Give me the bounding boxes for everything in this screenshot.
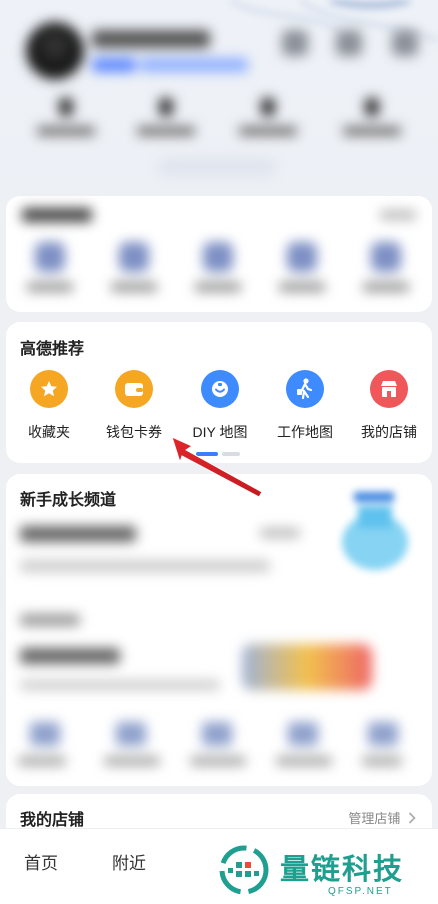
- growth-feature-label: [362, 756, 402, 766]
- profile-stat[interactable]: [26, 98, 106, 136]
- growth-feature-icon[interactable]: [368, 722, 398, 746]
- growth-banner-image[interactable]: [242, 644, 372, 690]
- recommend-item-favorites[interactable]: 收藏夹: [6, 370, 92, 442]
- growth-task-status: [260, 528, 300, 538]
- tools-title: [22, 208, 92, 222]
- watermark-logo-icon: [219, 845, 269, 895]
- page-indicator-active: [196, 452, 218, 456]
- header-pill[interactable]: [158, 158, 276, 176]
- recommend-item-label: 我的店铺: [361, 424, 417, 440]
- tool-item[interactable]: [356, 242, 416, 292]
- level-badge[interactable]: [92, 58, 136, 72]
- recommend-title: 高德推荐: [20, 341, 85, 358]
- member-badge[interactable]: [140, 58, 248, 72]
- recommend-item-label: DIY 地图: [192, 424, 248, 440]
- growth-feature-label: [104, 756, 160, 766]
- recommend-item-my-store[interactable]: 我的店铺: [346, 370, 432, 442]
- watermark: 量链科技 QFSP.NET: [218, 842, 434, 902]
- growth-task-desc: [20, 560, 270, 572]
- tools-more-link[interactable]: [380, 210, 416, 220]
- manage-store-label: 管理店铺: [348, 811, 401, 826]
- growth-feature-icon[interactable]: [202, 722, 232, 746]
- header-action-icon[interactable]: [336, 30, 362, 56]
- username: [92, 30, 210, 48]
- star-icon: [30, 370, 68, 408]
- profile-stat[interactable]: [126, 98, 206, 136]
- nav-home[interactable]: 首页: [24, 849, 58, 874]
- page-indicator-inactive: [222, 452, 240, 456]
- growth-feature-label: [18, 756, 66, 766]
- growth-section-desc: [20, 680, 220, 690]
- nav-nearby[interactable]: 附近: [112, 849, 146, 874]
- wallet-icon: [115, 370, 153, 408]
- growth-channel-title: 新手成长频道: [20, 492, 117, 509]
- growth-section-title: [20, 648, 120, 664]
- watermark-url: QFSP.NET: [328, 886, 393, 897]
- growth-feature-label: [190, 756, 246, 766]
- recommend-item-wallet[interactable]: 钱包卡券: [91, 370, 177, 442]
- growth-feature-label: [276, 756, 332, 766]
- recommend-item-work-map[interactable]: 工作地图: [262, 370, 348, 442]
- my-store-title: 我的店铺: [20, 812, 85, 829]
- settings-icon[interactable]: [392, 30, 418, 56]
- store-icon: [370, 370, 408, 408]
- avatar[interactable]: [26, 22, 84, 80]
- tool-item[interactable]: [188, 242, 248, 292]
- manage-store-link[interactable]: 管理店铺: [348, 808, 416, 827]
- growth-task-title: [20, 526, 136, 542]
- growth-feature-icon[interactable]: [288, 722, 318, 746]
- page-indicator: [196, 452, 252, 456]
- chevron-right-icon: [408, 812, 416, 824]
- recommend-item-label: 工作地图: [277, 424, 333, 440]
- walker-icon: [286, 370, 324, 408]
- recommend-item-label: 钱包卡券: [106, 424, 162, 440]
- watermark-name: 量链科技: [280, 854, 405, 886]
- tool-item[interactable]: [272, 242, 332, 292]
- tools-card: [6, 196, 432, 312]
- profile-stat[interactable]: [332, 98, 412, 136]
- profile-header: [0, 0, 438, 200]
- diy-map-icon: [201, 370, 239, 408]
- tool-item[interactable]: [20, 242, 80, 292]
- recommend-item-label: 收藏夹: [28, 424, 70, 440]
- growth-feature-icon[interactable]: [30, 722, 60, 746]
- growth-feature-icon[interactable]: [116, 722, 146, 746]
- recommend-card: 高德推荐 收藏夹 钱包卡券 DIY 地图 工作地图 我的店铺: [6, 322, 432, 463]
- growth-channel-card: 新手成长频道: [6, 474, 432, 786]
- growth-cup-illustration: [342, 492, 408, 570]
- header-action-icon[interactable]: [282, 30, 308, 56]
- growth-section-label: [20, 614, 80, 626]
- profile-stat[interactable]: [228, 98, 308, 136]
- tool-item[interactable]: [104, 242, 164, 292]
- recommend-item-diy-map[interactable]: DIY 地图: [177, 370, 263, 442]
